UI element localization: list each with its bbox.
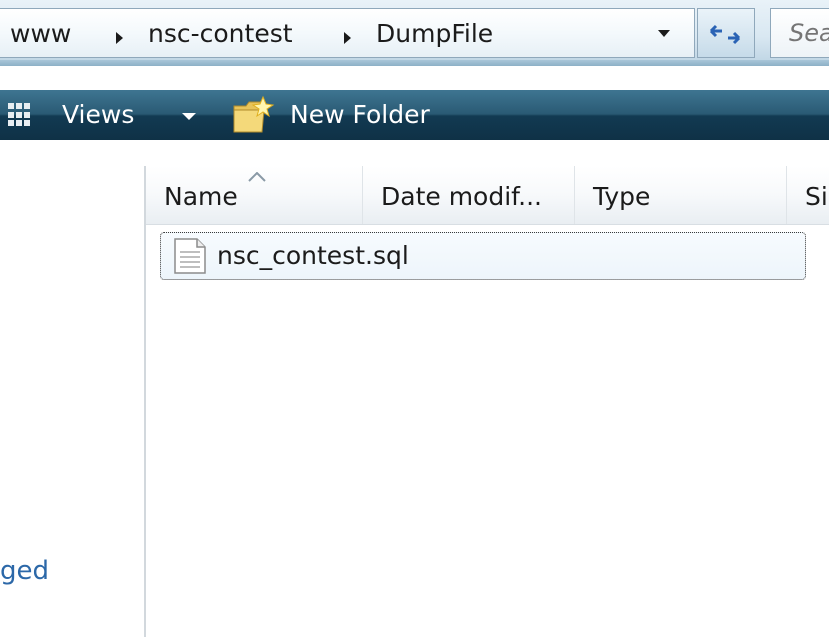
search-input[interactable]	[771, 9, 829, 57]
column-header-row: Name Date modif... Type Si	[146, 166, 829, 225]
search-box[interactable]	[770, 8, 829, 58]
column-header-type[interactable]: Type	[575, 166, 787, 224]
breadcrumb-www[interactable]: www	[10, 19, 71, 48]
sort-ascending-icon	[248, 172, 266, 182]
command-bar: Views New Folder	[0, 90, 829, 140]
file-name: nsc_contest.sql	[217, 241, 409, 270]
column-header-label: Date modif...	[381, 182, 542, 211]
views-label: Views	[62, 100, 135, 129]
address-history-dropdown[interactable]	[648, 8, 693, 56]
column-header-size[interactable]: Si	[787, 166, 829, 224]
file-row[interactable]: nsc_contest.sql	[160, 232, 806, 280]
new-folder-button[interactable]: New Folder	[228, 90, 468, 140]
breadcrumb-dumpfile[interactable]: DumpFile	[376, 19, 493, 48]
column-header-label: Si	[805, 182, 828, 211]
navigation-pane: ged	[0, 166, 146, 637]
breadcrumb-separator-arrow[interactable]	[344, 32, 351, 44]
chevron-down-icon	[658, 30, 670, 37]
new-folder-icon	[233, 95, 275, 133]
breadcrumb-nsc-contest[interactable]: nsc-contest	[148, 19, 293, 48]
address-bar[interactable]: www nsc-contest DumpFile	[0, 8, 695, 58]
sql-file-icon	[174, 238, 206, 274]
column-header-name[interactable]: Name	[146, 166, 363, 224]
command-bar-area: Views New Folder	[0, 66, 829, 166]
column-header-label: Type	[593, 182, 651, 211]
file-list: Name Date modif... Type Si nsc_contest.s…	[146, 166, 829, 637]
address-strip: www nsc-contest DumpFile	[0, 0, 829, 66]
chevron-down-icon[interactable]	[182, 113, 196, 120]
breadcrumb-separator-arrow[interactable]	[116, 32, 123, 44]
column-header-date-modified[interactable]: Date modif...	[363, 166, 575, 224]
new-folder-label: New Folder	[290, 100, 430, 129]
views-grid-icon	[8, 103, 32, 127]
refresh-button[interactable]	[697, 8, 755, 58]
column-header-label: Name	[164, 182, 238, 211]
nav-link-partial[interactable]: ged	[0, 556, 49, 586]
refresh-icon	[709, 24, 741, 45]
views-button[interactable]: Views	[0, 90, 210, 140]
